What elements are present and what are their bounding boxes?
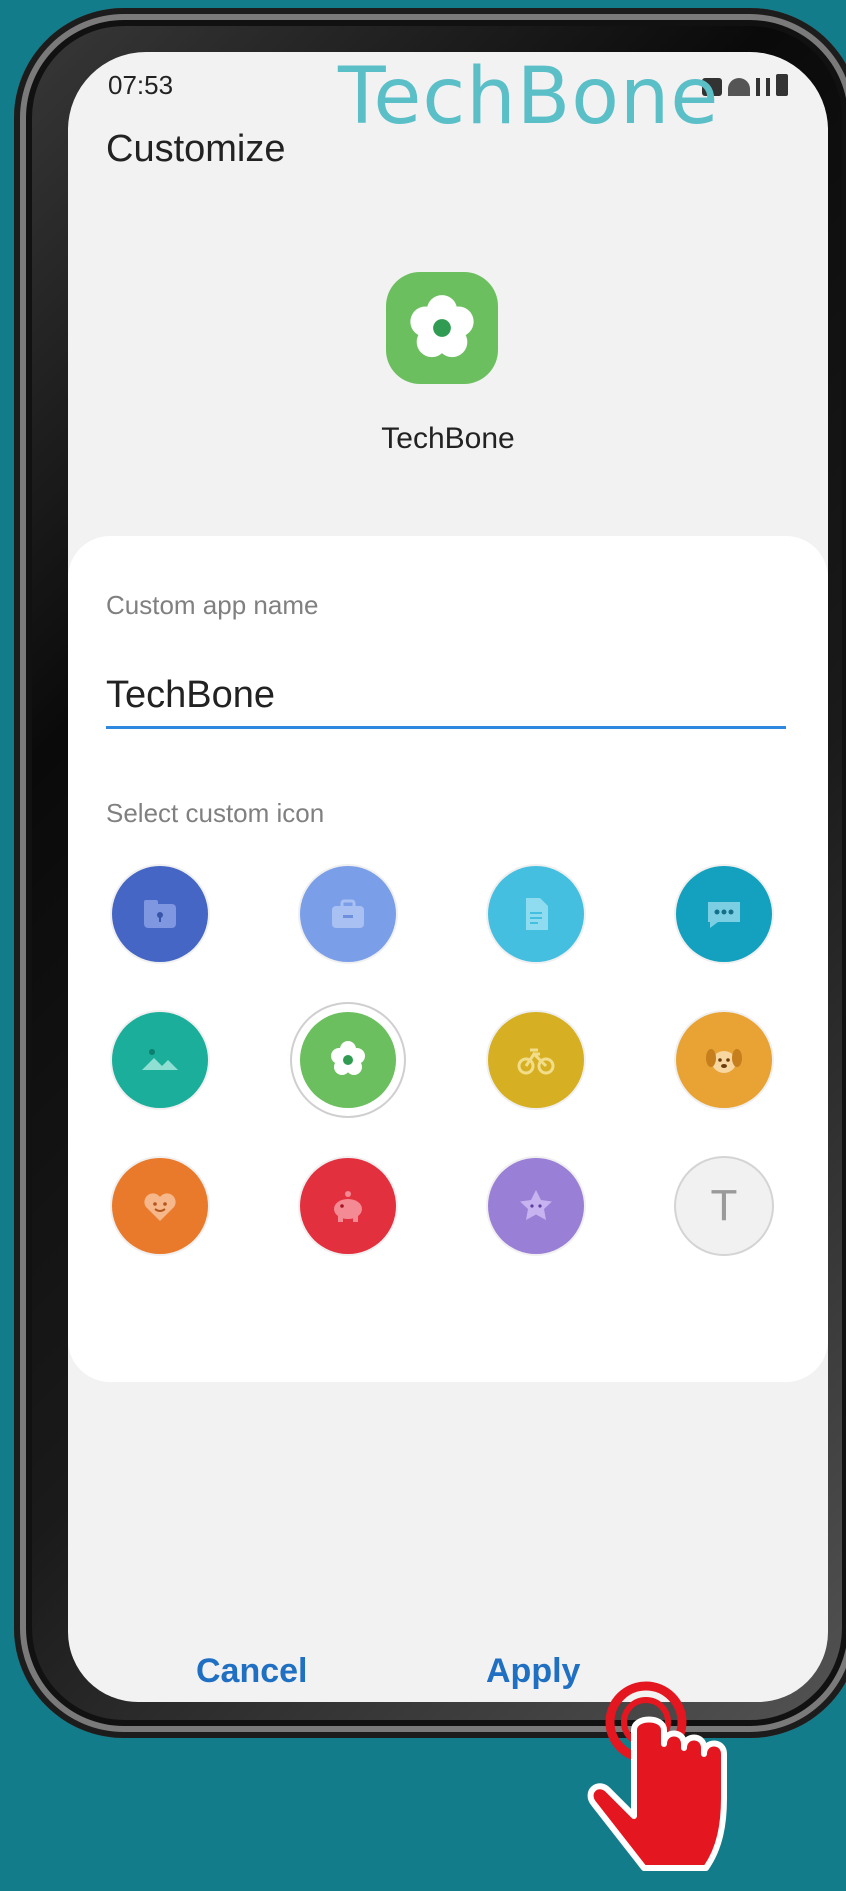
chat-bubble-icon bbox=[708, 902, 740, 928]
icon-option-briefcase-icon[interactable] bbox=[300, 866, 396, 962]
icon-option-star-face-icon[interactable] bbox=[488, 1158, 584, 1254]
icon-option-landscape-icon[interactable] bbox=[112, 1012, 208, 1108]
text-icon-letter: T bbox=[710, 1181, 738, 1230]
battery-icon bbox=[776, 74, 788, 96]
star-face-icon bbox=[520, 1190, 552, 1220]
phone-screen: 07:53 TechBone Customize TechBone Custom… bbox=[68, 52, 828, 1702]
bicycle-icon bbox=[517, 1048, 555, 1075]
icon-option-flower-icon[interactable] bbox=[300, 1012, 396, 1108]
document-icon bbox=[526, 898, 548, 930]
icon-option-piggy-bank-icon[interactable] bbox=[300, 1158, 396, 1254]
app-icon-preview bbox=[386, 272, 498, 384]
heart-face-icon bbox=[144, 1193, 176, 1221]
dog-icon bbox=[706, 1049, 742, 1073]
customize-card: Custom app name Select custom icon T bbox=[68, 536, 828, 1382]
icon-option-document-icon[interactable] bbox=[488, 866, 584, 962]
folder-lock-icon bbox=[144, 900, 176, 928]
icon-option-chat-bubble-icon[interactable] bbox=[676, 866, 772, 962]
icon-option-heart-face-icon[interactable] bbox=[112, 1158, 208, 1254]
flower-icon bbox=[331, 1041, 365, 1075]
custom-icon-label: Select custom icon bbox=[106, 798, 325, 828]
status-time: 07:53 bbox=[108, 70, 174, 100]
landscape-icon bbox=[142, 1049, 178, 1070]
apply-button[interactable]: Apply bbox=[486, 1652, 580, 1691]
signal-icon-2 bbox=[766, 78, 770, 96]
phone-frame: 07:53 TechBone Customize TechBone Custom… bbox=[14, 8, 846, 1738]
custom-name-label: Custom app name bbox=[106, 590, 319, 620]
icon-option-folder-lock-icon[interactable] bbox=[112, 866, 208, 962]
signal-icon bbox=[756, 78, 760, 96]
watermark-logo: TechBone bbox=[338, 52, 720, 142]
tap-hand-icon bbox=[587, 1681, 727, 1871]
custom-name-input[interactable] bbox=[106, 664, 786, 729]
wifi-icon bbox=[728, 78, 750, 96]
app-name-preview: TechBone bbox=[381, 422, 515, 455]
icon-option-dog-icon[interactable] bbox=[676, 1012, 772, 1108]
cancel-button[interactable]: Cancel bbox=[196, 1652, 308, 1691]
icon-option-text-icon[interactable]: T bbox=[676, 1158, 772, 1254]
icon-option-bicycle-icon[interactable] bbox=[488, 1012, 584, 1108]
flower-icon bbox=[410, 295, 474, 358]
briefcase-icon bbox=[332, 899, 364, 928]
piggy-bank-icon bbox=[334, 1191, 362, 1222]
page-title: Customize bbox=[106, 128, 286, 170]
